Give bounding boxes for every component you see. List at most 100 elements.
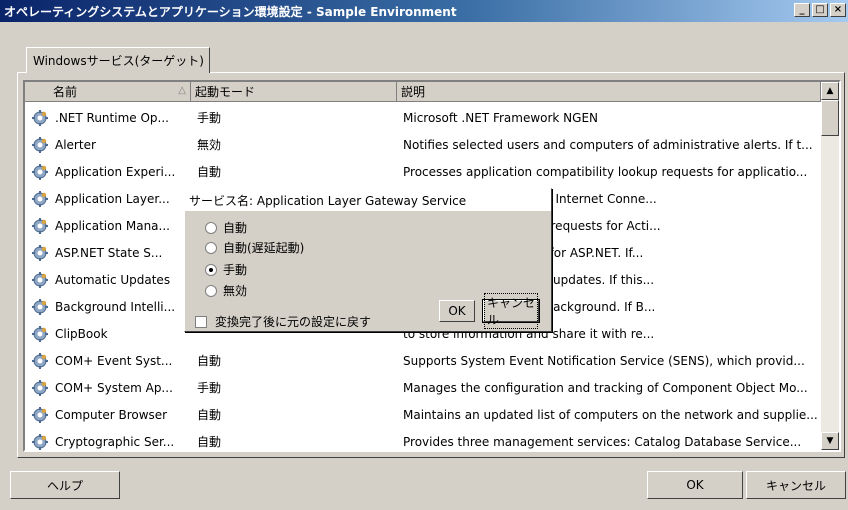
service-name-cell: .NET Runtime Op... (25, 109, 191, 127)
service-name-cell: Application Layer... (25, 190, 191, 208)
radio-circle[interactable] (205, 221, 217, 234)
service-name-cell: COM+ System Ap... (25, 379, 191, 397)
startup-mode-cell[interactable]: 自動 (191, 406, 397, 423)
popup-ok-button[interactable]: OK (439, 300, 475, 322)
service-name-cell: Application Mana... (25, 217, 191, 235)
column-header-name-label: 名前 (53, 85, 78, 99)
service-name-cell: Automatic Updates (25, 271, 191, 289)
service-gear-icon (31, 163, 49, 181)
service-name: ASP.NET State S... (55, 245, 163, 260)
radio-circle[interactable] (205, 241, 217, 254)
restore-settings-checkbox[interactable] (195, 315, 207, 328)
service-name: .NET Runtime Op... (55, 110, 169, 125)
service-name: Application Mana... (55, 218, 170, 233)
radio-label: 自動(遅延起動) (223, 241, 305, 255)
column-header-startup-mode[interactable]: 起動モード (191, 82, 397, 102)
restore-settings-label: 変換完了後に元の設定に戻す (215, 315, 372, 329)
description-cell: Provides three management services: Cata… (403, 434, 802, 449)
scroll-up-arrow-icon[interactable]: ▲ (821, 82, 839, 100)
service-name: Alerter (55, 137, 96, 152)
service-name: Application Layer... (55, 191, 170, 206)
column-header-description[interactable]: 説明 (397, 82, 821, 102)
service-gear-icon (31, 217, 49, 235)
service-gear-icon (31, 379, 49, 397)
table-row[interactable]: Alerter 無効 Notifies selected users and com… (25, 131, 821, 158)
close-button[interactable]: × (830, 3, 846, 17)
service-gear-icon (31, 109, 49, 127)
table-row[interactable]: Cryptographic Ser... 自動 Provides three man… (25, 428, 821, 451)
ok-button[interactable]: OK (647, 471, 743, 499)
startup-mode-cell[interactable]: 自動 (191, 352, 397, 369)
service-gear-icon (31, 352, 49, 370)
service-name: Computer Browser (55, 407, 168, 422)
description-cell: Manages the configuration and tracking o… (403, 380, 808, 395)
service-name: COM+ System Ap... (55, 380, 173, 395)
table-row[interactable]: Computer Browser 自動 Maintains an updated l… (25, 401, 821, 428)
service-gear-icon (31, 190, 49, 208)
description-cell: Supports System Event Notification Servi… (403, 353, 805, 368)
startup-mode-popup: サービス名: Application Layer Gateway Service… (184, 188, 552, 332)
startup-mode-cell[interactable]: 無効 (191, 136, 397, 153)
service-gear-icon (31, 244, 49, 262)
radio-label: 自動 (223, 221, 248, 235)
description-cell: Notifies selected users and computers of… (403, 137, 813, 152)
table-row[interactable]: COM+ System Ap... 手動 Manages the configura… (25, 374, 821, 401)
description-cell: Microsoft .NET Framework NGEN (403, 110, 599, 125)
startup-mode-cell[interactable]: 自動 (191, 433, 397, 450)
sort-ascending-icon: △ (178, 85, 186, 96)
cancel-button[interactable]: キャンセル (746, 471, 846, 499)
scrollbar-thumb[interactable] (821, 100, 839, 136)
service-name-cell: ASP.NET State S... (25, 244, 191, 262)
popup-service-name: サービス名: Application Layer Gateway Service (185, 189, 551, 211)
service-name: Automatic Updates (55, 272, 171, 287)
service-name-cell: Cryptographic Ser... (25, 433, 191, 451)
service-name: COM+ Event Syst... (55, 353, 173, 368)
service-name: Cryptographic Ser... (55, 434, 175, 449)
service-name: Application Experi... (55, 164, 176, 179)
table-row[interactable]: Application Experi... 自動 Processes applica… (25, 158, 821, 185)
scroll-down-arrow-icon[interactable]: ▼ (821, 432, 839, 450)
window-controls: _ □ × (792, 3, 846, 17)
column-header-name[interactable]: 名前 △ (25, 82, 191, 102)
radio-disabled[interactable]: 無効 (205, 282, 247, 299)
service-name-cell: Alerter (25, 136, 191, 154)
list-header: 名前 △ 起動モード 説明 (25, 82, 821, 102)
description-cell: Maintains an updated list of computers o… (403, 407, 818, 422)
service-name: Background Intelli... (55, 299, 176, 314)
help-button[interactable]: ヘルプ (10, 471, 120, 499)
service-gear-icon (31, 325, 49, 343)
startup-mode-cell[interactable]: 自動 (191, 163, 397, 180)
service-gear-icon (31, 298, 49, 316)
radio-automatic-delayed[interactable]: 自動(遅延起動) (205, 239, 304, 256)
service-name-cell: Background Intelli... (25, 298, 191, 316)
radio-circle-checked[interactable] (205, 263, 217, 276)
service-gear-icon (31, 271, 49, 289)
maximize-button[interactable]: □ (812, 3, 828, 17)
window-titlebar: オペレーティングシステムとアプリケーション環境設定 - Sample Envir… (0, 0, 848, 22)
radio-manual[interactable]: 手動 (205, 261, 247, 278)
description-cell: Processes application compatibility look… (403, 164, 808, 179)
tab-windows-services[interactable]: Windowsサービス(ターゲット) (26, 47, 210, 73)
startup-mode-cell[interactable]: 手動 (191, 379, 397, 396)
vertical-scrollbar[interactable]: ▲ ▼ (821, 82, 839, 450)
radio-automatic[interactable]: 自動 (205, 219, 247, 236)
service-name-cell: ClipBook (25, 325, 191, 343)
popup-cancel-label: キャンセル (484, 293, 538, 329)
restore-settings-checkbox-row[interactable]: 変換完了後に元の設定に戻す (195, 313, 371, 330)
service-gear-icon (31, 136, 49, 154)
window-title: オペレーティングシステムとアプリケーション環境設定 - Sample Envir… (4, 4, 457, 19)
radio-label: 無効 (223, 284, 248, 298)
service-name: ClipBook (55, 326, 108, 341)
table-row[interactable]: .NET Runtime Op... 手動 Microsoft .NET Frame… (25, 104, 821, 131)
service-gear-icon (31, 406, 49, 424)
minimize-button[interactable]: _ (794, 3, 810, 17)
startup-mode-cell[interactable]: 手動 (191, 109, 397, 126)
radio-label: 手動 (223, 263, 248, 277)
service-name-cell: COM+ Event Syst... (25, 352, 191, 370)
radio-circle[interactable] (205, 284, 217, 297)
popup-cancel-button[interactable]: キャンセル (482, 293, 540, 329)
service-name-cell: Application Experi... (25, 163, 191, 181)
service-name-cell: Computer Browser (25, 406, 191, 424)
service-gear-icon (31, 433, 49, 451)
table-row[interactable]: COM+ Event Syst... 自動 Supports System Even… (25, 347, 821, 374)
